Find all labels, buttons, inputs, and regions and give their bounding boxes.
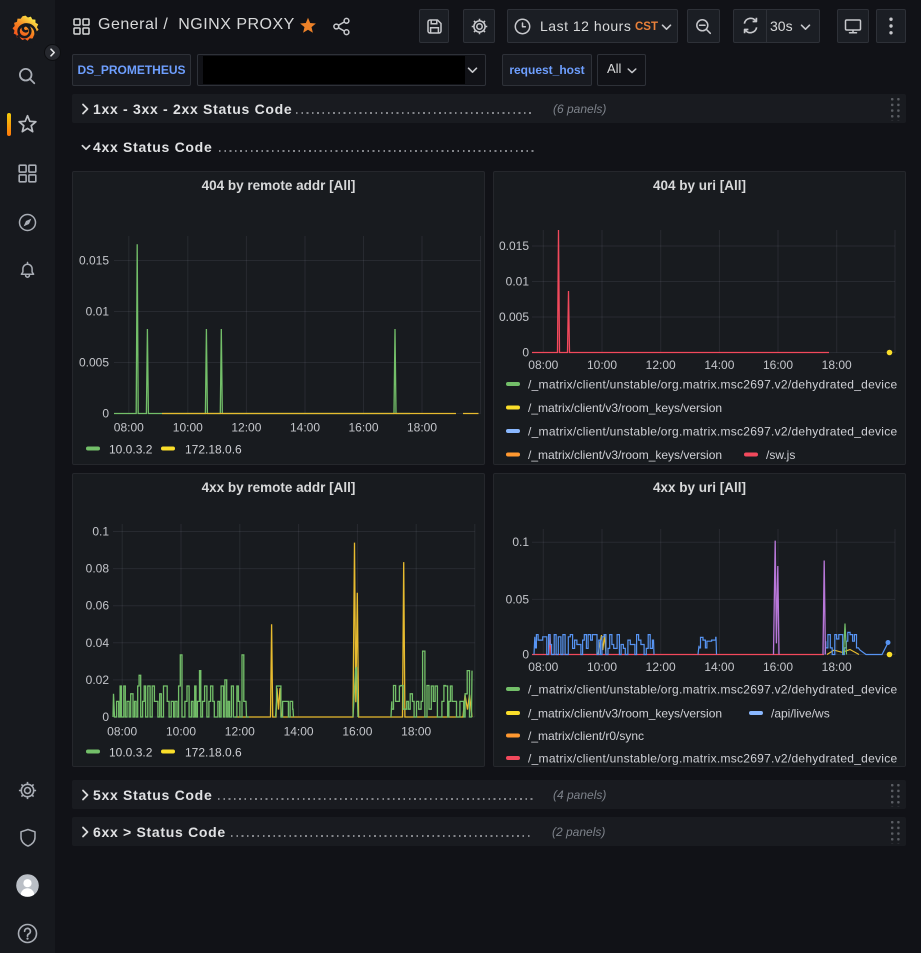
svg-text:0.05: 0.05 (506, 592, 530, 606)
svg-text:0.1: 0.1 (92, 525, 109, 539)
svg-text:10:00: 10:00 (587, 358, 617, 372)
svg-text:/_matrix/client/r0/sync: /_matrix/client/r0/sync (528, 729, 644, 743)
svg-text:0.01: 0.01 (506, 275, 530, 289)
svg-text:14:00: 14:00 (284, 725, 314, 739)
svg-text:16:00: 16:00 (763, 660, 793, 674)
svg-text:14:00: 14:00 (290, 421, 320, 435)
svg-text:/api/live/ws: /api/live/ws (771, 707, 830, 721)
svg-text:172.18.0.6: 172.18.0.6 (185, 443, 242, 457)
svg-text:08:00: 08:00 (528, 358, 558, 372)
svg-text:18:00: 18:00 (407, 421, 437, 435)
svg-text:10:00: 10:00 (166, 725, 196, 739)
svg-text:10:00: 10:00 (587, 660, 617, 674)
svg-text:0.1: 0.1 (512, 535, 529, 549)
svg-text:0.04: 0.04 (86, 636, 110, 650)
svg-text:16:00: 16:00 (763, 358, 793, 372)
svg-text:0.015: 0.015 (499, 239, 529, 253)
svg-text:12:00: 12:00 (225, 725, 255, 739)
svg-text:16:00: 16:00 (342, 725, 372, 739)
svg-text:/_matrix/client/unstable/org.m: /_matrix/client/unstable/org.matrix.msc2… (528, 425, 898, 439)
svg-text:0.08: 0.08 (86, 562, 110, 576)
svg-text:16:00: 16:00 (348, 421, 378, 435)
svg-text:0.06: 0.06 (86, 599, 110, 613)
svg-text:/_matrix/client/v3/room_keys/v: /_matrix/client/v3/room_keys/version (528, 707, 722, 721)
svg-text:08:00: 08:00 (114, 421, 144, 435)
svg-text:0: 0 (102, 407, 109, 421)
svg-text:/_matrix/client/unstable/org.m: /_matrix/client/unstable/org.matrix.msc2… (528, 378, 898, 392)
svg-text:/sw.js: /sw.js (766, 448, 795, 462)
svg-text:0: 0 (102, 710, 109, 724)
svg-text:0.005: 0.005 (499, 310, 529, 324)
svg-text:0.005: 0.005 (79, 356, 109, 370)
svg-text:172.18.0.6: 172.18.0.6 (185, 746, 242, 760)
svg-text:/_matrix/client/unstable/org.m: /_matrix/client/unstable/org.matrix.msc2… (528, 752, 898, 766)
svg-text:08:00: 08:00 (528, 660, 558, 674)
svg-text:/_matrix/client/unstable/org.m: /_matrix/client/unstable/org.matrix.msc2… (528, 683, 898, 697)
svg-text:12:00: 12:00 (646, 660, 676, 674)
svg-text:12:00: 12:00 (646, 358, 676, 372)
svg-text:10:00: 10:00 (173, 421, 203, 435)
svg-text:18:00: 18:00 (401, 725, 431, 739)
svg-text:14:00: 14:00 (704, 358, 734, 372)
svg-text:14:00: 14:00 (704, 660, 734, 674)
svg-text:18:00: 18:00 (822, 660, 852, 674)
svg-text:10.0.3.2: 10.0.3.2 (109, 443, 153, 457)
svg-text:10.0.3.2: 10.0.3.2 (109, 746, 153, 760)
svg-text:0.02: 0.02 (86, 673, 110, 687)
svg-text:/_matrix/client/v3/room_keys/v: /_matrix/client/v3/room_keys/version (528, 448, 722, 462)
svg-text:0.01: 0.01 (86, 305, 110, 319)
svg-text:0.015: 0.015 (79, 254, 109, 268)
svg-text:/_matrix/client/v3/room_keys/v: /_matrix/client/v3/room_keys/version (528, 401, 722, 415)
svg-text:12:00: 12:00 (231, 421, 261, 435)
svg-text:08:00: 08:00 (107, 725, 137, 739)
svg-text:18:00: 18:00 (822, 358, 852, 372)
